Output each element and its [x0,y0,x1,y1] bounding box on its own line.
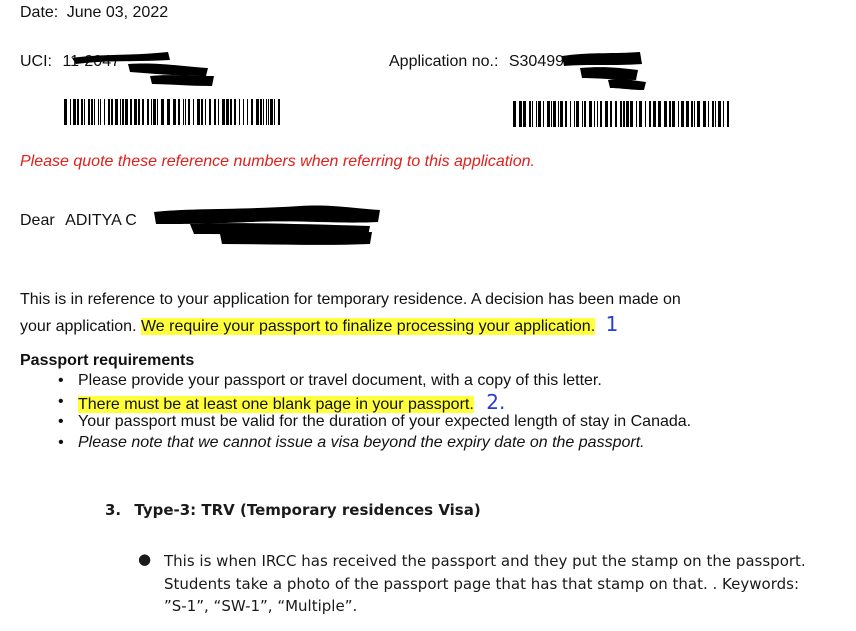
requirement-text: Please provide your passport or travel d… [78,372,602,389]
salutation: Dear ADITYA C [20,212,137,230]
notes-bullet-line-3: ”S-1”, “SW-1”, “Multiple”. [164,597,358,615]
application-barcode [513,101,729,127]
requirement-item: Your passport must be valid for the dura… [58,412,691,433]
uci-barcode [64,99,280,125]
requirement-text: Your passport must be valid for the dura… [78,413,692,430]
paragraph-line-1: This is in reference to your application… [20,291,681,308]
requirement-item: Please note that we cannot issue a visa … [58,433,691,454]
requirement-item: Please provide your passport or travel d… [58,371,691,392]
section-title: Passport requirements [20,352,195,369]
salutation-label: Dear [20,212,55,229]
date-label: Date: [20,4,59,21]
paragraph-line-2-start: your application. [20,318,137,335]
notes-bullet-line-2: Students take a photo of the passport pa… [164,574,799,593]
requirement-text: Please note that we cannot issue a visa … [78,433,645,451]
requirement-item: There must be at least one blank page in… [58,389,691,414]
salutation-name: ADITYA C [65,212,137,229]
notes-heading-number: 3. [105,501,122,519]
uci-label: UCI: [20,53,52,70]
highlighted-requirement: We require your passport to finalize pro… [140,318,596,335]
notes-heading: 3. Type-3: TRV (Temporary residences Vis… [105,501,481,519]
handwritten-annotation-2: 2. [486,389,506,414]
reference-note: Please quote these reference numbers whe… [20,153,535,170]
application-line: Application no.: S30499 [389,53,564,71]
handwritten-annotation-1: 1 [605,312,619,336]
date-line: Date: June 03, 2022 [20,4,168,22]
date-value: June 03, 2022 [66,4,169,21]
application-redaction [562,52,646,90]
requirements-list: Please provide your passport or travel d… [58,371,691,453]
notes-heading-text: Type-3: TRV (Temporary residences Visa) [134,501,481,519]
notes-bullet: This is when IRCC has received the passp… [164,550,806,618]
paragraph-line-2: your application. We require your passpo… [20,312,618,336]
notes-bullet-icon: ● [138,550,152,568]
name-redaction [154,205,380,245]
application-label: Application no.: [389,53,499,70]
highlighted-requirement-text: There must be at least one blank page in… [78,395,474,413]
uci-redaction [72,52,214,86]
application-value: S30499 [508,53,565,70]
notes-bullet-line-1: This is when IRCC has received the passp… [164,552,806,570]
